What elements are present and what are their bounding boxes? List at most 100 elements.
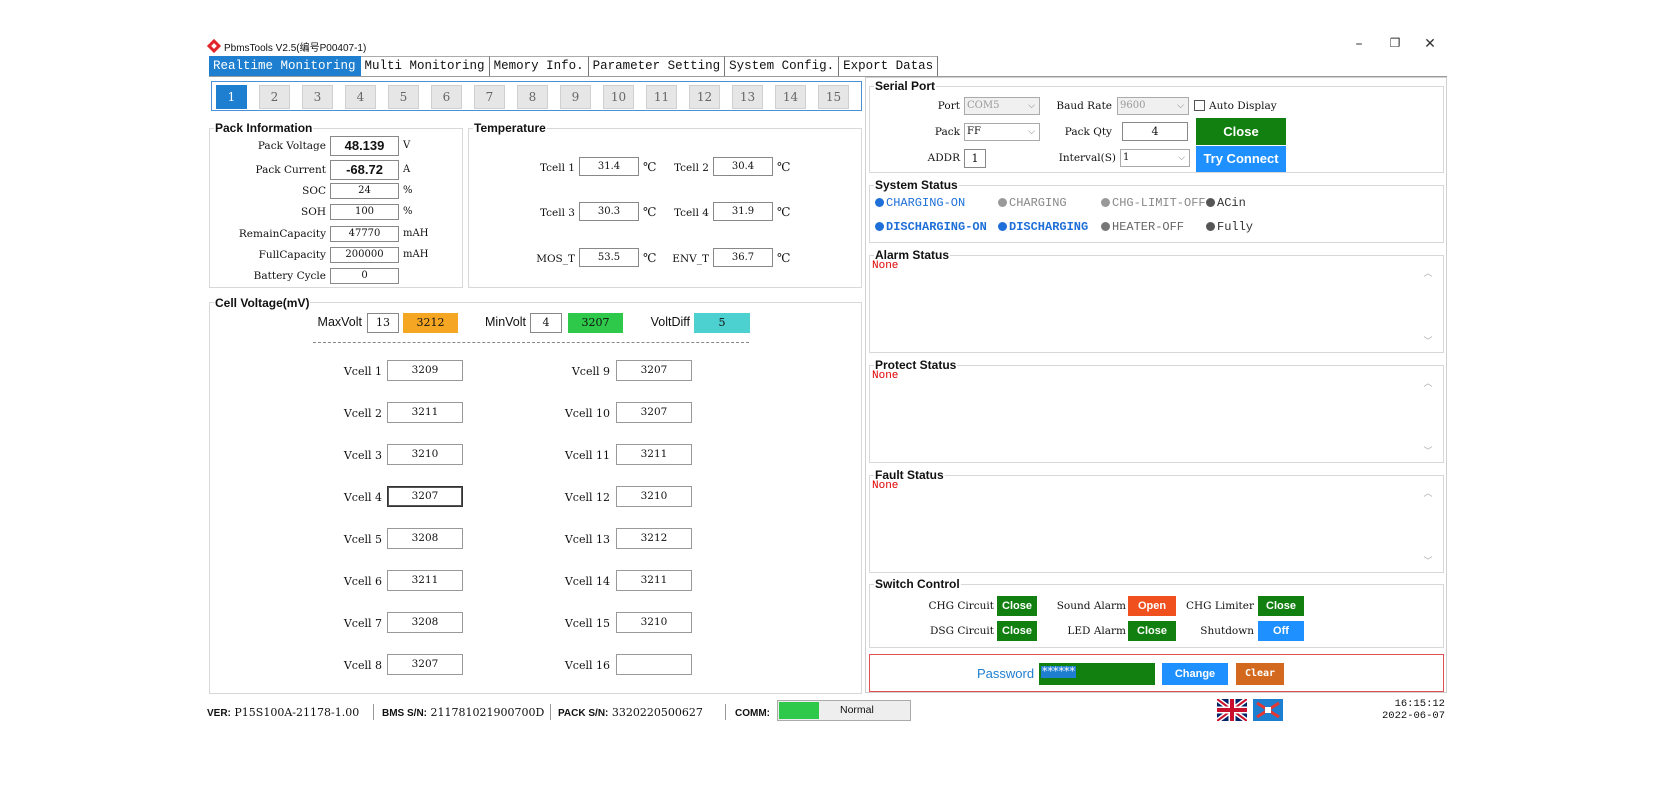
pack-button-2[interactable]: 2 — [259, 85, 290, 109]
max-volt-cell: 13 — [367, 313, 399, 333]
auto-display-checkbox[interactable] — [1194, 100, 1205, 111]
pack-button-10[interactable]: 10 — [603, 85, 634, 109]
shutdown-label: Shutdown — [1200, 625, 1254, 637]
vcell-12-label: Vcell 12 — [564, 491, 610, 504]
sound-alarm-label: Sound Alarm — [1056, 600, 1126, 612]
pack-button-12[interactable]: 12 — [689, 85, 720, 109]
vcell-1-value: 3209 — [387, 360, 463, 381]
alarm-status-value: None — [872, 260, 899, 272]
pack-button-7[interactable]: 7 — [474, 85, 505, 109]
tab-realtime-monitoring[interactable]: Realtime Monitoring — [209, 56, 361, 76]
sound-alarm-button[interactable]: Open — [1128, 596, 1176, 616]
change-password-button[interactable]: Change — [1162, 663, 1228, 685]
status-fully-label: Fully — [1217, 220, 1254, 234]
close-window-button[interactable]: ✕ — [1418, 36, 1442, 54]
pack-button-9[interactable]: 9 — [560, 85, 591, 109]
scroll-down-icon: ﹀ — [1423, 557, 1433, 567]
chg-limit-off-dot-icon — [1101, 198, 1110, 207]
status-bar: VER: P15S100A-21178-1.00 BMS S/N: 211781… — [207, 696, 1447, 726]
chinese-language-icon[interactable] — [1253, 699, 1283, 721]
min-volt-cell: 4 — [530, 313, 562, 333]
vcell-2-label: Vcell 2 — [343, 407, 382, 420]
vcell-3-value: 3210 — [387, 444, 463, 465]
clear-password-button[interactable]: Clear — [1236, 663, 1284, 685]
pack-button-14[interactable]: 14 — [775, 85, 806, 109]
tab-export-datas[interactable]: Export Datas — [839, 56, 939, 76]
fault-status-text[interactable]: None ︿ ﹀ — [871, 480, 1442, 571]
pack-button-3[interactable]: 3 — [302, 85, 333, 109]
led-alarm-label: LED Alarm — [1067, 625, 1126, 637]
system-status-title: System Status — [874, 178, 959, 192]
tab-system-config[interactable]: System Config. — [725, 56, 840, 76]
min-volt-label: MinVolt — [485, 315, 526, 329]
soc-unit: % — [403, 185, 413, 196]
password-input-value: ****** — [1041, 665, 1076, 678]
protect-status-text[interactable]: None ︿ ﹀ — [871, 370, 1442, 461]
scroll-down-icon: ﹀ — [1423, 447, 1433, 457]
vcell-16-label: Vcell 16 — [564, 659, 610, 672]
pack-button-11[interactable]: 11 — [646, 85, 677, 109]
alarm-status-text[interactable]: None ︿ ﹀ — [871, 260, 1442, 351]
port-select-value: COM5 — [967, 100, 1000, 111]
pack-button-1[interactable]: 1 — [216, 85, 247, 109]
vcell-13-value: 3212 — [616, 528, 692, 549]
chg-circuit-button[interactable]: Close — [997, 596, 1037, 616]
bms-sn-label: BMS S/N: — [382, 708, 427, 719]
password-input[interactable]: ****** — [1039, 663, 1155, 685]
tab-parameter-setting[interactable]: Parameter Setting — [588, 56, 726, 76]
baud-rate-select-value: 9600 — [1120, 100, 1146, 111]
pack-button-4[interactable]: 4 — [345, 85, 376, 109]
pack-current-value: -68.72 — [330, 160, 399, 180]
pack-button-15[interactable]: 15 — [818, 85, 849, 109]
max-volt-value: 3212 — [403, 313, 458, 333]
close-port-button[interactable]: Close — [1196, 118, 1286, 145]
vcell-10-value: 3207 — [616, 402, 692, 423]
tab-memory-info[interactable]: Memory Info. — [489, 56, 589, 76]
minimize-button[interactable]: – — [1347, 36, 1371, 54]
port-select[interactable]: COM5 ⌵ — [964, 97, 1040, 115]
pack-sn-value: 3320220500627 — [611, 706, 703, 719]
serial-port-title: Serial Port — [874, 79, 937, 93]
status-heater-off-label: HEATER-OFF — [1112, 220, 1185, 234]
pack-information-group: Pack Information Pack Voltage 48.139 V P… — [209, 121, 463, 288]
dsg-circuit-button[interactable]: Close — [997, 621, 1037, 641]
pack-select[interactable]: FF ⌵ — [964, 123, 1040, 141]
pack-button-8[interactable]: 8 — [517, 85, 548, 109]
status-acin: ACin — [1206, 196, 1246, 210]
version-value: P15S100A-21178-1.00 — [234, 706, 360, 719]
alarm-scrollbar[interactable]: ︿ ﹀ — [1422, 266, 1434, 347]
led-alarm-button[interactable]: Close — [1128, 621, 1176, 641]
addr-input[interactable]: 1 — [964, 149, 986, 168]
chg-limiter-button[interactable]: Close — [1258, 596, 1304, 616]
fault-status-value: None — [872, 480, 899, 492]
pack-button-5[interactable]: 5 — [388, 85, 419, 109]
status-charging-on-label: CHARGING-ON — [886, 196, 966, 210]
cell-voltage-group: Cell Voltage(mV) MaxVolt 13 3212 MinVolt… — [209, 296, 862, 694]
fault-scrollbar[interactable]: ︿ ﹀ — [1422, 486, 1434, 567]
scroll-up-icon: ︿ — [1423, 379, 1433, 389]
status-fully: Fully — [1206, 220, 1253, 234]
try-connect-button[interactable]: Try Connect — [1196, 146, 1286, 172]
status-charging-on: CHARGING-ON — [875, 196, 965, 210]
remain-capacity-value: 47770 — [330, 226, 399, 242]
system-status-group: System Status CHARGING-ON CHARGING CHG-L… — [869, 178, 1444, 243]
version-info: VER: P15S100A-21178-1.00 — [207, 706, 359, 719]
baud-rate-select[interactable]: 9600 ⌵ — [1117, 97, 1189, 115]
shutdown-button[interactable]: Off — [1258, 621, 1304, 641]
pack-voltage-label: Pack Voltage — [257, 140, 326, 152]
pack-qty-input[interactable]: 4 — [1122, 122, 1188, 141]
heater-off-dot-icon — [1101, 222, 1110, 231]
app-window: PbmsTools V2.5(编号P00407-1) – ❐ ✕ Realtim… — [206, 34, 1447, 774]
mos-temp-value: 53.5 — [579, 248, 639, 267]
english-flag-icon[interactable] — [1215, 696, 1249, 724]
protect-scrollbar[interactable]: ︿ ﹀ — [1422, 376, 1434, 457]
scroll-up-icon: ︿ — [1423, 269, 1433, 279]
interval-select[interactable]: 1 ⌵ — [1120, 149, 1190, 167]
mos-temp-label: MOS_T — [536, 253, 575, 265]
restore-button[interactable]: ❐ — [1383, 36, 1407, 54]
tab-multi-monitoring[interactable]: Multi Monitoring — [360, 56, 490, 76]
pack-button-13[interactable]: 13 — [732, 85, 763, 109]
pack-current-unit: A — [403, 164, 411, 175]
pack-button-6[interactable]: 6 — [431, 85, 462, 109]
cell-voltage-divider — [313, 342, 749, 343]
